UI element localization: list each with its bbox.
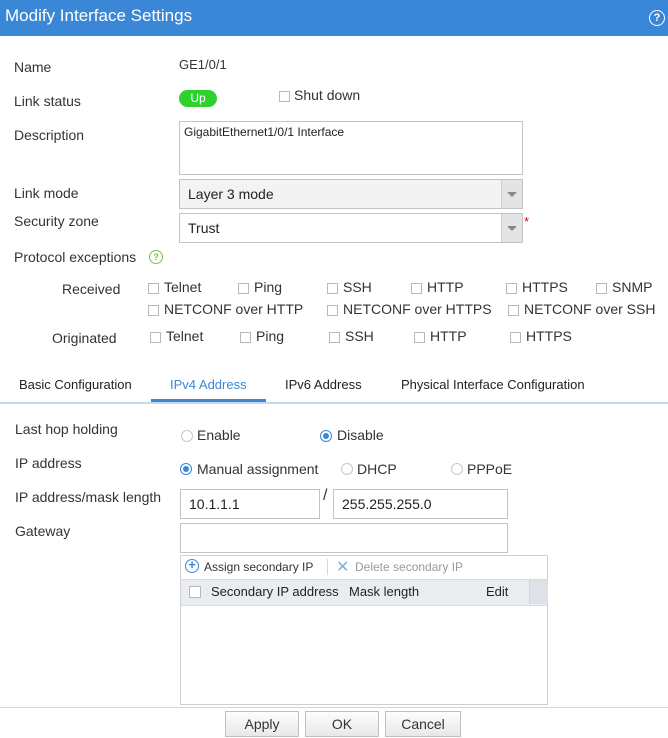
originated-ssh-checkbox[interactable]: [329, 332, 340, 343]
description-textarea[interactable]: GigabitEthernet1/0/1 Interface: [179, 121, 523, 175]
name-value: GE1/0/1: [179, 57, 227, 72]
secondary-ip-grid: [180, 555, 548, 705]
column-secondary-ip-address[interactable]: Secondary IP address: [211, 584, 339, 599]
shutdown-checkbox[interactable]: [279, 91, 290, 102]
manual-assignment-radio[interactable]: [180, 463, 192, 475]
delete-secondary-ip-button[interactable]: Delete secondary IP: [355, 560, 463, 574]
apply-button[interactable]: Apply: [225, 711, 299, 737]
security-zone-select[interactable]: Trust: [179, 213, 523, 243]
received-ssh-checkbox[interactable]: [327, 283, 338, 294]
description-text: GigabitEthernet1/0/1 Interface: [184, 125, 345, 139]
select-all-checkbox[interactable]: [189, 586, 201, 598]
originated-http-checkbox[interactable]: [414, 332, 425, 343]
last-hop-holding-label: Last hop holding: [15, 421, 118, 437]
tab-ipv6-address[interactable]: IPv6 Address: [285, 377, 362, 392]
toolbar-divider: [327, 559, 328, 575]
originated-ssh-label: SSH: [345, 328, 374, 344]
cancel-button[interactable]: Cancel: [385, 711, 461, 737]
status-badge: Up: [179, 90, 217, 107]
protocol-exceptions-label: Protocol exceptions: [14, 249, 137, 265]
received-netconf-http-label: NETCONF over HTTP: [164, 301, 304, 317]
received-netconf-https-checkbox[interactable]: [327, 305, 338, 316]
received-https-checkbox[interactable]: [506, 283, 517, 294]
received-snmp-checkbox[interactable]: [596, 283, 607, 294]
originated-label: Originated: [52, 330, 117, 346]
received-netconf-https-label: NETCONF over HTTPS: [343, 301, 492, 317]
security-zone-value: Trust: [188, 220, 220, 236]
chevron-down-icon: [501, 180, 522, 208]
received-label: Received: [62, 281, 121, 297]
dhcp-radio[interactable]: [341, 463, 353, 475]
pppoe-radio[interactable]: [451, 463, 463, 475]
link-mode-label: Link mode: [14, 185, 79, 201]
assign-secondary-ip-button[interactable]: Assign secondary IP: [204, 560, 313, 574]
gateway-label: Gateway: [15, 523, 71, 539]
received-ssh-label: SSH: [343, 279, 372, 295]
grid-scroll-header: [529, 580, 548, 604]
received-http-checkbox[interactable]: [411, 283, 422, 294]
originated-http-label: HTTP: [430, 328, 467, 344]
received-https-label: HTTPS: [522, 279, 568, 295]
link-mode-select[interactable]: Layer 3 mode: [179, 179, 523, 209]
enable-radio[interactable]: [181, 430, 193, 442]
column-edit[interactable]: Edit: [486, 584, 508, 599]
tab-ipv4-address[interactable]: IPv4 Address: [170, 377, 247, 392]
slash-separator: /: [323, 487, 328, 504]
tab-divider: [0, 402, 668, 404]
originated-telnet-label: Telnet: [166, 328, 204, 344]
name-label: Name: [14, 59, 52, 75]
question-help-icon[interactable]: ?: [149, 250, 163, 264]
enable-label: Enable: [197, 427, 241, 443]
add-icon[interactable]: +: [185, 558, 199, 573]
ip-address-value: 10.1.1.1: [189, 496, 240, 512]
received-netconf-ssh-label: NETCONF over SSH: [524, 301, 656, 317]
tab-physical-interface-configuration[interactable]: Physical Interface Configuration: [401, 377, 585, 392]
close-icon: ✕: [336, 559, 350, 576]
pppoe-label: PPPoE: [467, 461, 513, 477]
ip-mask-length-label: IP address/mask length: [15, 489, 162, 505]
active-tab-indicator: [151, 399, 266, 402]
ip-address-label: IP address: [15, 455, 82, 471]
link-status-label: Link status: [14, 93, 81, 109]
received-telnet-checkbox[interactable]: [148, 283, 159, 294]
dhcp-label: DHCP: [357, 461, 397, 477]
disable-label: Disable: [337, 427, 384, 443]
help-icon[interactable]: ?: [649, 10, 665, 26]
link-mode-value: Layer 3 mode: [188, 186, 274, 202]
originated-https-checkbox[interactable]: [510, 332, 521, 343]
required-mark: *: [524, 214, 530, 229]
ok-button[interactable]: OK: [305, 711, 379, 737]
mask-input[interactable]: 255.255.255.0: [333, 489, 508, 519]
received-netconf-ssh-checkbox[interactable]: [508, 305, 519, 316]
mask-value: 255.255.255.0: [342, 496, 432, 512]
dialog-title: Modify Interface Settings: [5, 6, 193, 25]
footer-divider: [0, 707, 668, 708]
manual-assignment-label: Manual assignment: [197, 461, 319, 477]
originated-ping-label: Ping: [256, 328, 285, 344]
received-telnet-label: Telnet: [164, 279, 202, 295]
dialog-title-bar: Modify Interface Settings ?: [0, 0, 668, 36]
originated-ping-checkbox[interactable]: [240, 332, 251, 343]
security-zone-label: Security zone: [14, 213, 99, 229]
received-snmp-label: SNMP: [612, 279, 653, 295]
originated-telnet-checkbox[interactable]: [150, 332, 161, 343]
gateway-input[interactable]: [180, 523, 508, 553]
received-ping-checkbox[interactable]: [238, 283, 249, 294]
ip-address-input[interactable]: 10.1.1.1: [180, 489, 320, 519]
description-label: Description: [14, 127, 85, 143]
received-ping-label: Ping: [254, 279, 283, 295]
received-http-label: HTTP: [427, 279, 464, 295]
disable-radio[interactable]: [320, 430, 332, 442]
tab-basic-configuration[interactable]: Basic Configuration: [19, 377, 132, 392]
shutdown-label: Shut down: [294, 87, 361, 103]
chevron-down-icon: [501, 214, 522, 242]
originated-https-label: HTTPS: [526, 328, 572, 344]
column-mask-length[interactable]: Mask length: [349, 584, 419, 599]
received-netconf-http-checkbox[interactable]: [148, 305, 159, 316]
